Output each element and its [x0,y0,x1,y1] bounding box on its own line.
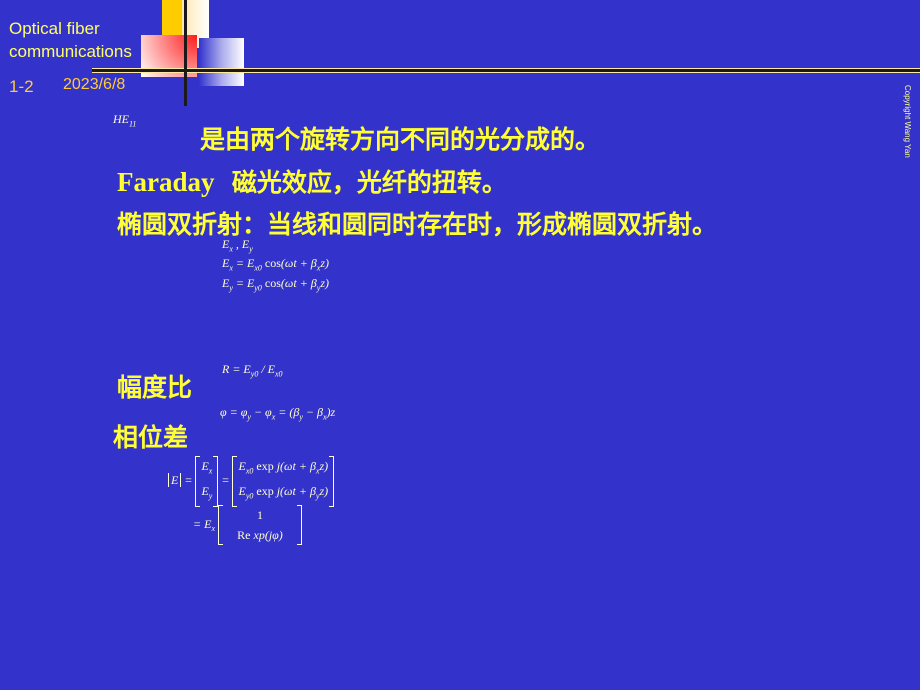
decor-blue-block [199,38,244,86]
matrix-expanded: Ex0 exp j(ωt + βxz) Ey0 exp j(ωt + βyz) [232,456,334,507]
course-title-line1: Optical fiber [9,19,100,38]
jones-vector-normalized: = Ex 1 Re xp(jφ) [193,505,302,545]
slide-number: 1-2 [9,77,34,96]
faraday-desc: 磁光效应，光纤的扭转。 [231,168,507,197]
slide-date: 2023/6/8 [63,76,126,93]
text-line-faraday: Faraday 磁光效应，光纤的扭转。 [117,163,507,199]
amplitude-ratio-label: 幅度比 [117,373,193,402]
eq-ey: Ey = Ey0 cos(ωt + βyz) [222,275,330,293]
mode-label: HE11 [113,112,137,129]
phase-diff-eq: φ = φy − φx = (βy − βx)z [220,405,336,422]
eq-components: Ex , Ey [222,237,253,254]
course-title-line2: communications [9,42,132,61]
jones-vector-eq: E = Ex Ey = Ex0 exp j(ωt + βxz) Ey0 exp j… [168,456,334,507]
text-line-elliptical: 椭圆双折射：当线和圆同时存在时，形成椭圆双折射。 [117,210,718,239]
matrix-components: Ex Ey [195,456,219,507]
amplitude-ratio-eq: R = Ey0 / Ex0 [222,362,283,379]
header-vertical-rule [184,0,187,106]
faraday-word: Faraday [117,167,215,197]
decor-yellow-block [162,0,182,36]
header-rule [92,68,920,73]
copyright-text: Copyright Wang Yan [903,85,912,158]
course-title: Optical fiber communications [9,17,132,63]
text-line-rotation: 是由两个旋转方向不同的光分成的。 [200,125,601,154]
eq-ex: Ex = Ex0 cos(ωt + βxz) [222,256,330,273]
matrix-normalized: 1 Re xp(jφ) [218,505,302,545]
field-equations: Ex , Ey Ex = Ex0 cos(ωt + βxz) Ey = Ey0 … [222,237,329,295]
phase-diff-label: 相位差 [113,423,189,452]
